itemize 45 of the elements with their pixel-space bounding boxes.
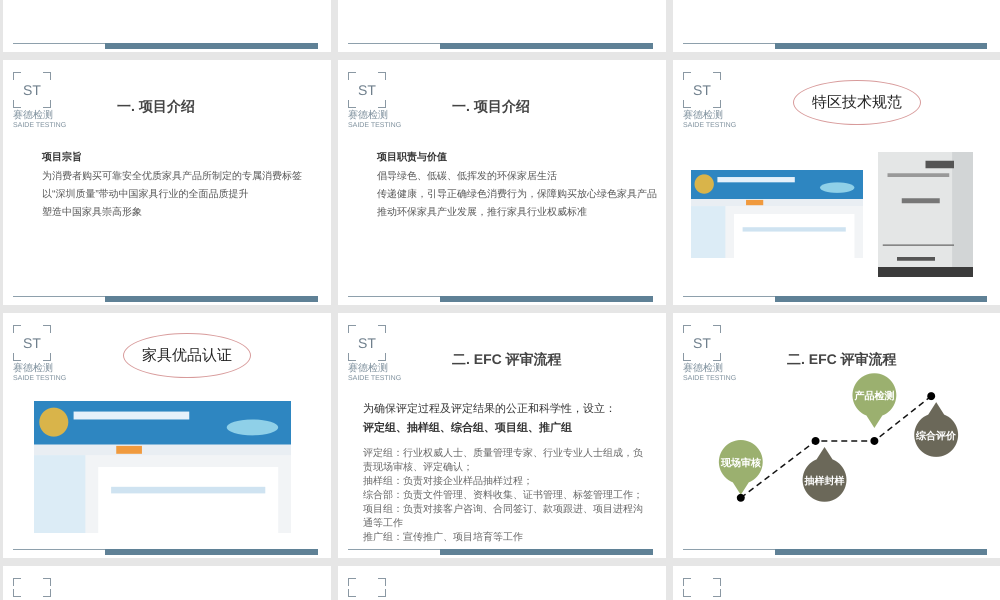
slide-title: 一. 项目介绍 [117,98,195,116]
section-heading: 项目职责与价值 [377,150,448,164]
slide-title: 二. EFC 评审流程 [452,351,562,369]
step-label: 现场审核 [720,458,761,469]
body-text: 项目组：负责对接客户咨询、合同签订、款项跟进、项目进程沟通等工作 [363,503,644,531]
slide-title: 二. EFC 评审流程 [787,351,897,369]
body-text: 为消费者购买可靠安全优质家具产品所制定的专属消费标签 [42,170,303,184]
logo-name: 赛德检测 [348,363,388,374]
logo-name: 赛德检测 [13,363,53,374]
step-label: 产品检测 [854,391,894,402]
body-text: 评定组：行业权威人士、质量管理专家、行业专业人士组成，负责现场审核、评定确认； [363,447,644,475]
body-text: 倡导绿色、低碳、低挥发的环保家居生活 [377,170,558,184]
logo-mark: ST [348,72,386,108]
group-list: 评定组、抽样组、综合组、项目组、推广组 [363,420,648,435]
logo-name: 赛德检测 [13,110,53,121]
slide-title: 特区技术规范 [793,80,921,125]
body-text: 推广组：宣传推广、项目培育等工作 [363,531,524,545]
slide-title: 家具优品认证 [123,333,251,378]
logo-mark: ST [683,72,721,108]
logo-mark: ST [13,325,51,361]
logo-mark: ST [348,325,386,361]
body-text: 传递健康，引导正确绿色消费行为，保障购买放心绿色家具产品 [377,188,656,202]
slide-thumbnail[interactable] [673,566,1000,600]
slide-thumbnail[interactable] [338,566,666,600]
section-heading: 项目宗旨 [42,150,83,164]
node-dot [927,392,936,400]
node-dot [736,494,745,502]
logo-name: 赛德检测 [683,363,723,374]
slide-title: 一. 项目介绍 [452,98,530,116]
slide-thumbnail[interactable] [3,566,331,600]
body-text: 抽样组：负责对接企业样品抽样过程； [363,475,534,489]
node-dot [870,437,878,445]
logo-mark: ST [13,72,51,108]
logo-mark: ST [683,325,721,361]
slide-thumbnail[interactable] [338,313,666,558]
body-text: 综合部：负责文件管理、资料收集、证书管理、标签管理工作； [363,489,644,503]
node-dot [812,437,820,445]
step-label: 综合评价 [916,431,956,442]
logo-name: 赛德检测 [348,110,388,121]
body-text: 以“深圳质量”带动中国家具行业的全面品质提升 [42,188,250,202]
intro-text: 为确保评定过程及评定结果的公正和科学性，设立： [363,402,617,416]
body-text: 塑造中国家具崇高形象 [42,206,143,220]
step-label: 抽样封样 [804,476,845,487]
body-text: 推动环保家具产业发展，推行家具行业权威标准 [377,206,588,220]
logo-name: 赛德检测 [683,110,723,121]
